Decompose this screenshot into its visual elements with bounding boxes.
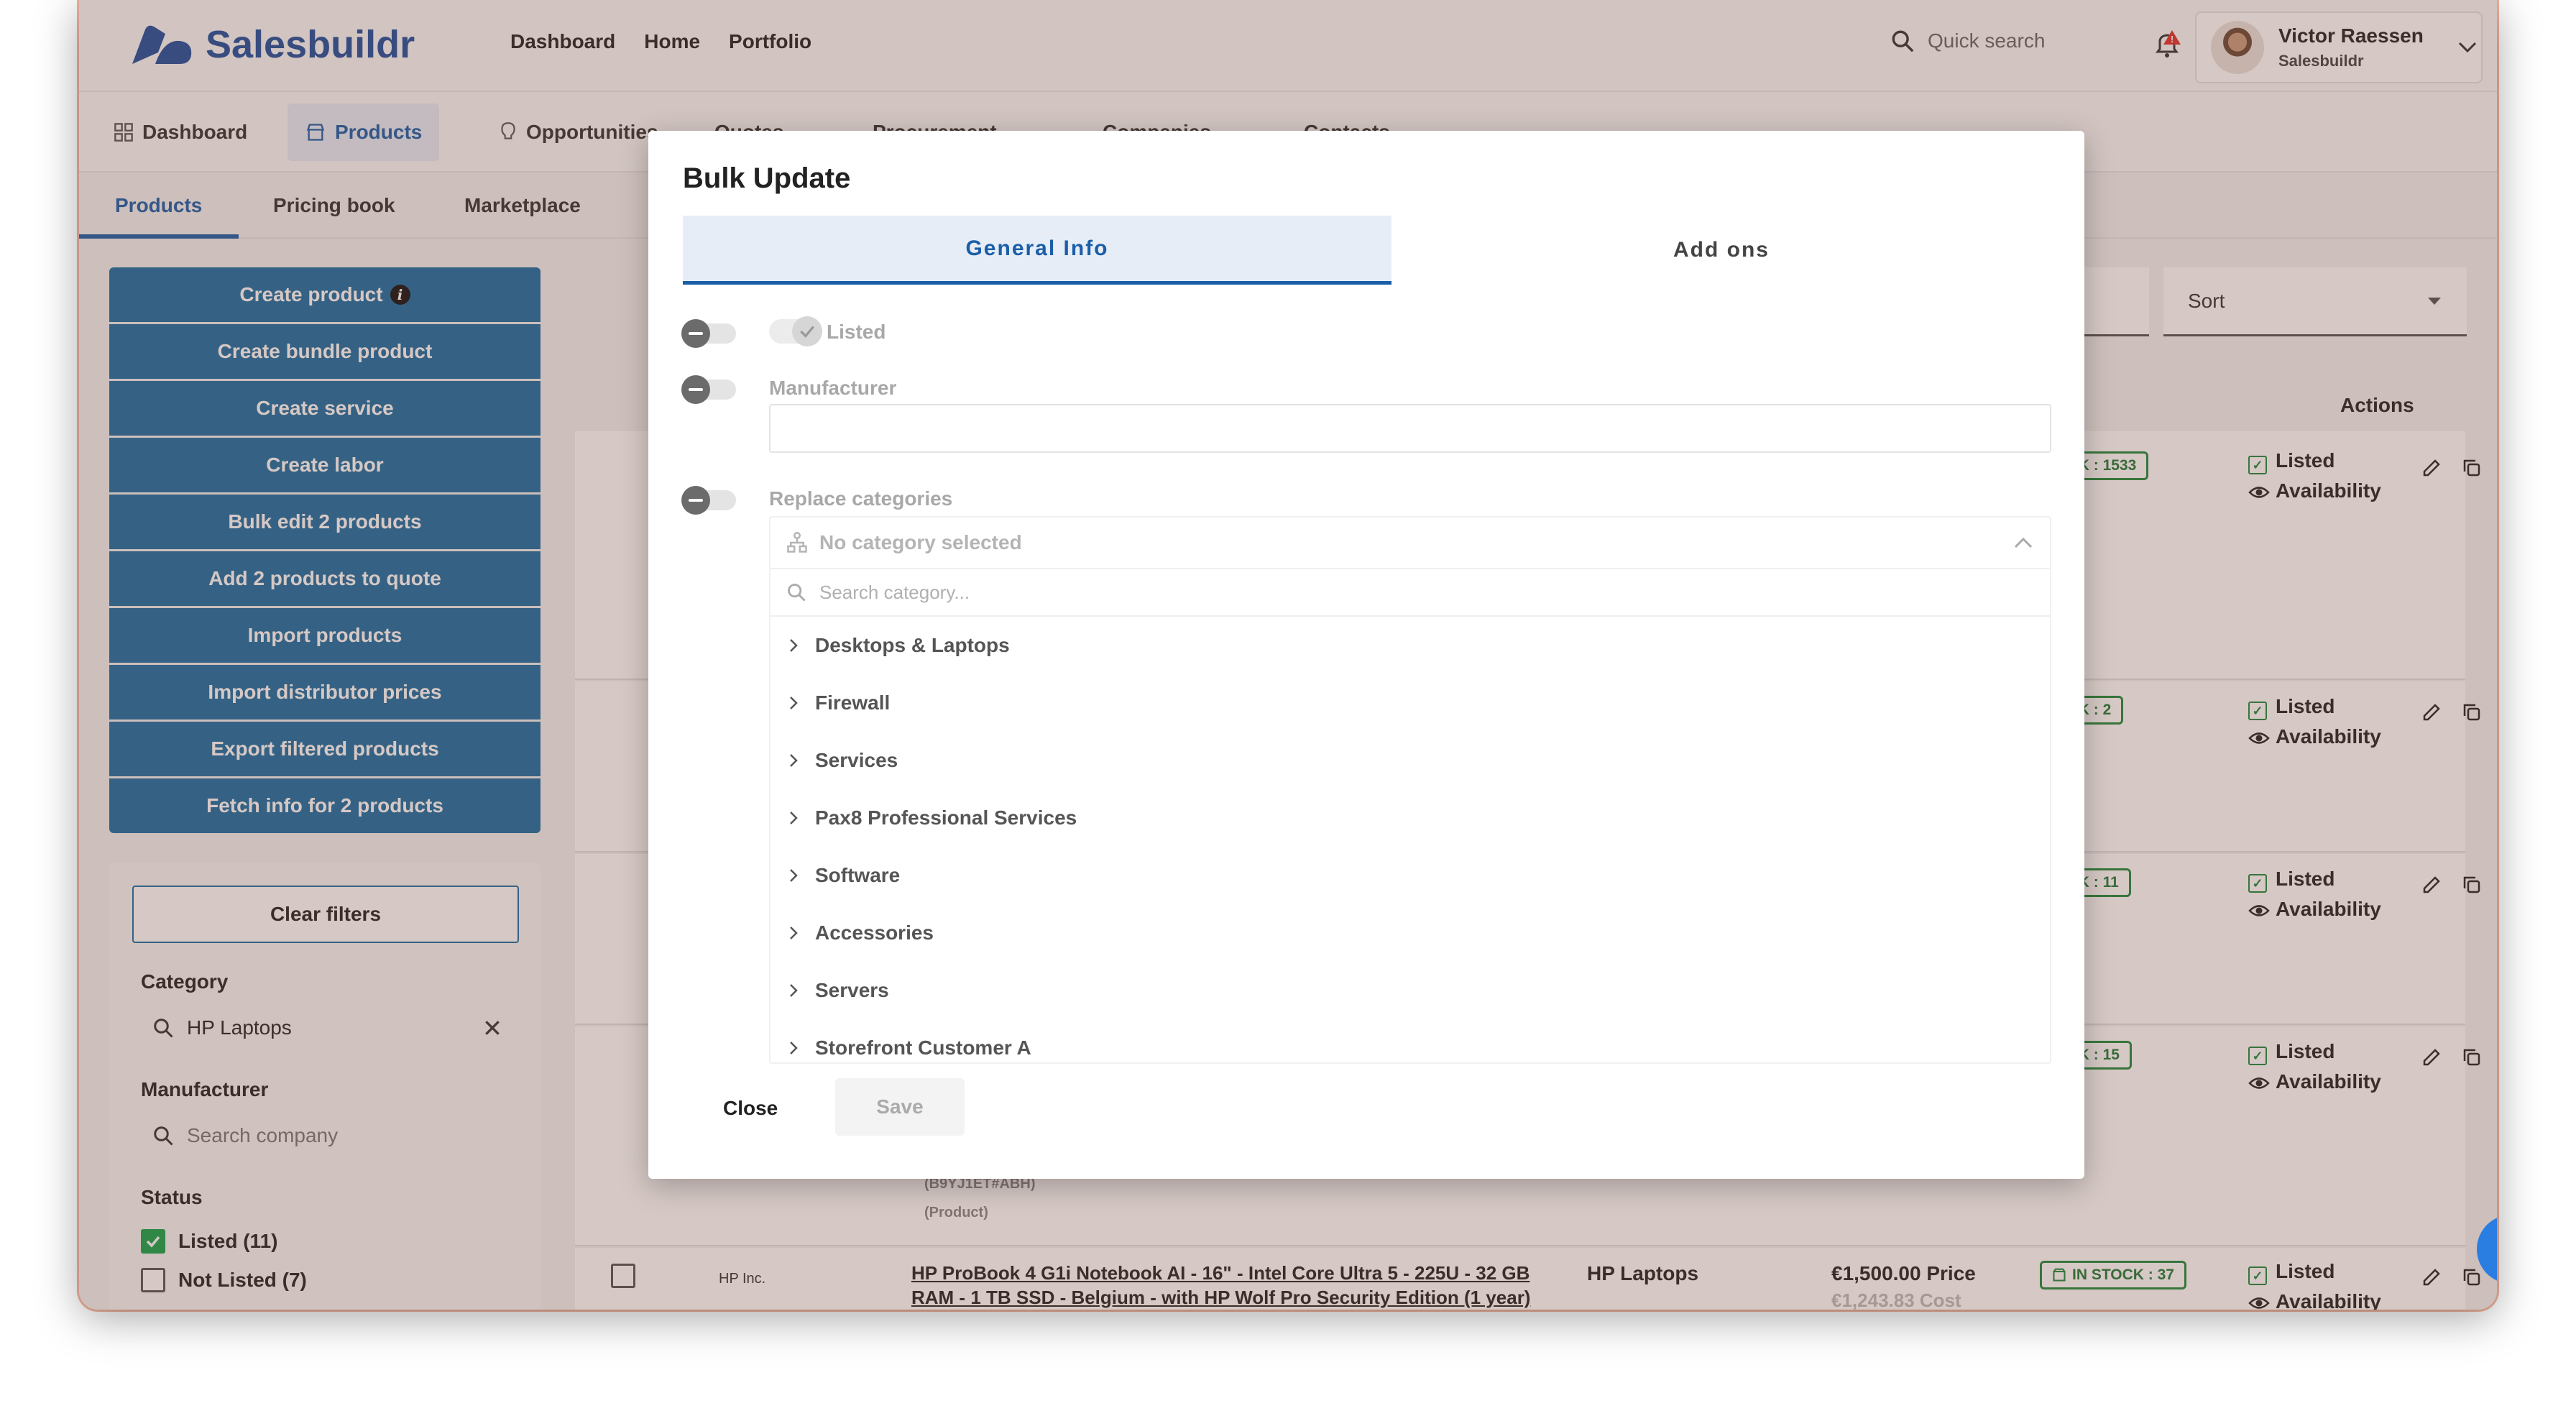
category-label: Services: [815, 749, 898, 771]
category-label: Accessories: [815, 921, 934, 944]
close-button[interactable]: Close: [723, 1097, 778, 1120]
save-button[interactable]: Save: [835, 1078, 965, 1136]
modal-tabs: General Info Add ons: [683, 216, 2051, 285]
category-item-servers[interactable]: Servers: [770, 962, 2050, 1019]
listed-checkbox-toggle[interactable]: [769, 316, 822, 346]
tab-add-ons[interactable]: Add ons: [1392, 216, 2051, 285]
manufacturer-input[interactable]: [769, 404, 2051, 453]
chat-icon: [2493, 1231, 2497, 1267]
category-search-placeholder: Search category...: [819, 581, 970, 603]
tab-general-info[interactable]: General Info: [683, 216, 1392, 285]
category-label: Pax8 Professional Services: [815, 806, 1077, 829]
category-item-firewall[interactable]: Firewall: [770, 674, 2050, 732]
chevron-right-icon: [790, 812, 798, 824]
chevron-right-icon: [790, 1042, 798, 1054]
category-item-software[interactable]: Software: [770, 847, 2050, 904]
toggle-knob: [681, 319, 710, 348]
chevron-up-icon: [2014, 537, 2033, 548]
listed-toggle[interactable]: [681, 319, 736, 348]
category-selector: No category selected Search category... …: [769, 516, 2051, 1064]
chevron-right-icon: [790, 696, 798, 709]
search-icon: [788, 584, 806, 602]
category-item-storefront[interactable]: Storefront Customer A: [770, 1019, 2050, 1062]
check-icon: [792, 316, 822, 346]
category-item-accessories[interactable]: Accessories: [770, 904, 2050, 962]
category-item-services[interactable]: Services: [770, 732, 2050, 789]
category-select-header[interactable]: No category selected: [770, 518, 2050, 569]
category-search-input[interactable]: Search category...: [770, 569, 2050, 617]
listed-label: Listed: [827, 321, 886, 343]
no-category-text: No category selected: [819, 531, 1022, 553]
category-item-desktops-laptops[interactable]: Desktops & Laptops: [770, 617, 2050, 674]
category-label: Firewall: [815, 691, 891, 714]
toggle-knob: [681, 375, 710, 404]
chevron-right-icon: [790, 869, 798, 882]
replace-categories-toggle[interactable]: [681, 486, 736, 515]
bulk-update-modal: Bulk Update General Info Add ons Listed …: [648, 131, 2084, 1179]
chevron-right-icon: [790, 984, 798, 997]
category-label: Desktops & Laptops: [815, 634, 1010, 656]
chevron-right-icon: [790, 927, 798, 939]
category-tree-icon: [787, 532, 807, 553]
category-label: Storefront Customer A: [815, 1036, 1031, 1059]
category-label: Servers: [815, 979, 889, 1001]
chevron-right-icon: [790, 754, 798, 767]
app-window: Salesbuildr Dashboard Home Portfolio Qui…: [79, 0, 2497, 1310]
modal-title: Bulk Update: [683, 162, 851, 194]
manufacturer-label: Manufacturer: [769, 377, 897, 399]
manufacturer-toggle[interactable]: [681, 375, 736, 404]
chevron-right-icon: [790, 639, 798, 652]
replace-categories-label: Replace categories: [769, 487, 953, 510]
category-label: Software: [815, 864, 901, 886]
category-item-pax8[interactable]: Pax8 Professional Services: [770, 789, 2050, 847]
toggle-knob: [681, 486, 710, 515]
